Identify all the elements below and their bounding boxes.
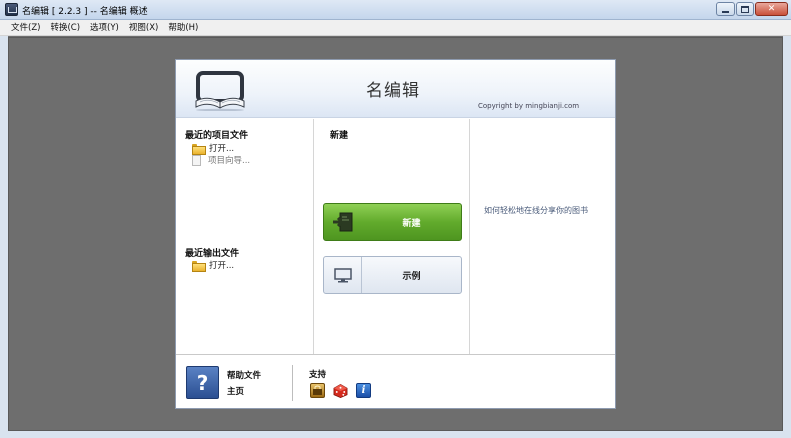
close-icon: ✕ (767, 3, 776, 14)
window-frame-right (783, 36, 791, 438)
menu-view[interactable]: 视图(X) (124, 20, 163, 35)
new-column: 新建 新建 示例 (314, 119, 470, 354)
window-title: 名编辑 [ 2.2.3 ] -- 名编辑 概述 (22, 7, 148, 17)
support-title: 支持 (309, 370, 327, 380)
new-project-icon (333, 212, 353, 232)
info-icon[interactable]: i (356, 383, 371, 398)
window-frame-bottom (0, 431, 791, 438)
menu-bar: 文件(Z) 转换(C) 选项(Y) 视图(X) 帮助(H) (0, 20, 791, 36)
footer-divider (292, 365, 293, 401)
panel-footer: ? 帮助文件 主页 支持 i (176, 354, 615, 408)
book-logo-icon (195, 71, 245, 111)
menu-file[interactable]: 文件(Z) (6, 20, 45, 35)
panel-header: 名编辑 Copyright by mingbianji.com (176, 60, 615, 118)
dice-glyph (333, 383, 348, 398)
open-output-label: 打开... (209, 261, 235, 271)
menu-help[interactable]: 帮助(H) (163, 20, 203, 35)
shop-glyph (313, 385, 322, 395)
sample-button[interactable]: 示例 (323, 256, 462, 294)
new-project-button[interactable]: 新建 (323, 203, 462, 241)
monitor-icon (333, 267, 352, 282)
info-column: 如何轻松地在线分享你的图书 (470, 119, 615, 354)
title-bar[interactable]: 名编辑 [ 2.2.3 ] -- 名编辑 概述 ✕ (0, 0, 791, 20)
open-project-link[interactable]: 打开... (192, 142, 235, 155)
folder-icon (192, 260, 206, 272)
homepage-link[interactable]: 主页 (227, 385, 244, 397)
sample-label: 示例 (402, 271, 421, 282)
share-book-tip[interactable]: 如何轻松地在线分享你的图书 (484, 205, 588, 216)
menu-convert[interactable]: 转换(C) (45, 20, 85, 35)
help-icon[interactable]: ? (186, 366, 219, 399)
new-project-icon-cell (324, 204, 362, 240)
maximize-button[interactable] (736, 2, 754, 16)
start-panel: 名编辑 Copyright by mingbianji.com 最近的项目文件 … (175, 59, 616, 409)
app-icon[interactable] (5, 3, 18, 16)
minimize-icon (722, 10, 729, 13)
close-button[interactable]: ✕ (755, 2, 788, 16)
folder-icon (192, 143, 206, 155)
shop-icon[interactable] (310, 383, 325, 398)
project-wizard-link[interactable]: 项目向导... (192, 154, 250, 166)
recent-projects-title: 最近的项目文件 (185, 131, 249, 141)
project-wizard-label: 项目向导... (208, 156, 251, 166)
open-project-label: 打开... (209, 144, 235, 154)
minimize-button[interactable] (716, 2, 735, 16)
new-project-label: 新建 (402, 218, 421, 229)
menu-options[interactable]: 选项(Y) (85, 20, 124, 35)
sample-icon-cell (324, 257, 362, 293)
recent-files-column: 最近的项目文件 打开... 项目向导... 最近输出文件 打开... (176, 119, 314, 354)
recent-outputs-title: 最近输出文件 (185, 249, 240, 259)
open-output-link[interactable]: 打开... (192, 259, 235, 272)
dice-icon[interactable] (333, 383, 348, 398)
app-name-title: 名编辑 (366, 81, 420, 101)
help-file-link[interactable]: 帮助文件 (227, 369, 261, 381)
copyright-text: Copyright by mingbianji.com (478, 102, 580, 110)
new-section-title: 新建 (330, 131, 349, 141)
document-icon (192, 154, 201, 166)
maximize-icon (741, 5, 749, 13)
window-frame-left (0, 36, 8, 438)
